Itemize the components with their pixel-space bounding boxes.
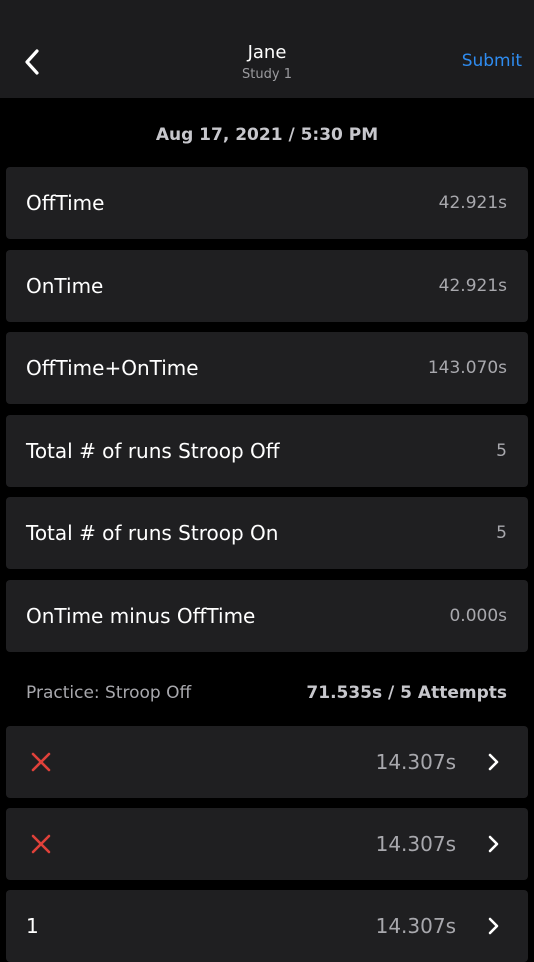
stat-label: OffTime — [26, 191, 105, 215]
stat-row-total-time: OffTime+OnTime 143.070s — [6, 332, 528, 404]
stat-label: OnTime minus OffTime — [26, 604, 256, 628]
attempt-number: 1 — [26, 914, 39, 938]
page-subtitle: Study 1 — [242, 67, 292, 82]
attempt-time: 14.307s — [375, 832, 456, 856]
stat-label: OnTime — [26, 274, 104, 298]
stat-row-time-difference: OnTime minus OffTime 0.000s — [6, 580, 528, 652]
stat-value: 5 — [496, 441, 507, 461]
stat-row-ontime: OnTime 42.921s — [6, 250, 528, 322]
practice-label: Practice: Stroop Off — [26, 683, 192, 703]
status-bar — [0, 0, 534, 8]
stat-row-offtime: OffTime 42.921s — [6, 167, 528, 239]
stat-value: 143.070s — [427, 358, 507, 378]
navigation-bar: Jane Study 1 Submit — [0, 0, 534, 98]
stat-label: Total # of runs Stroop On — [26, 521, 279, 545]
chevron-right-icon — [486, 917, 500, 935]
chevron-right-icon — [486, 835, 500, 853]
stat-value: 0.000s — [449, 606, 507, 626]
stat-label: OffTime+OnTime — [26, 356, 199, 380]
chevron-right-icon — [486, 753, 500, 771]
stat-value: 42.921s — [438, 276, 507, 296]
attempt-row[interactable]: 1 14.307s — [6, 890, 528, 962]
close-icon — [30, 833, 52, 855]
session-datetime: Aug 17, 2021 / 5:30 PM — [155, 125, 379, 145]
stat-row-runs-stroop-on: Total # of runs Stroop On 5 — [6, 497, 528, 569]
practice-section-header: Practice: Stroop Off 71.535s / 5 Attempt… — [26, 683, 507, 707]
stat-value: 42.921s — [438, 193, 507, 213]
close-icon — [30, 751, 52, 773]
page-title: Jane — [247, 42, 287, 63]
stat-label: Total # of runs Stroop Off — [26, 439, 280, 463]
attempt-row[interactable]: 14.307s — [6, 726, 528, 798]
attempt-row[interactable]: 14.307s — [6, 808, 528, 880]
stat-value: 5 — [496, 523, 507, 543]
attempt-time: 14.307s — [375, 914, 456, 938]
practice-summary: 71.535s / 5 Attempts — [306, 683, 507, 703]
submit-button[interactable]: Submit — [462, 51, 522, 71]
stat-row-runs-stroop-off: Total # of runs Stroop Off 5 — [6, 415, 528, 487]
attempt-time: 14.307s — [375, 750, 456, 774]
